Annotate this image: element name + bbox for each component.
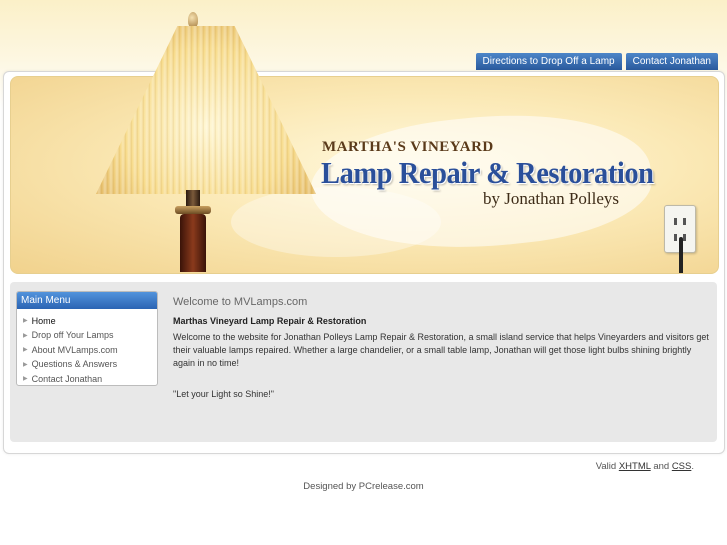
- page-subtitle: Marthas Vineyard Lamp Repair & Restorati…: [173, 316, 367, 326]
- arrow-right-icon: ▶: [23, 347, 28, 354]
- main-menu-list: ▶ Home ▶ Drop off Your Lamps ▶ About MVLamp…: [17, 314, 157, 386]
- menu-item-about[interactable]: ▶ About MVLamps.com: [17, 343, 157, 357]
- arrow-right-icon: ▶: [23, 375, 28, 382]
- designer-credit: Designed by PCrelease.com: [303, 481, 424, 492]
- menu-item-label: Drop off Your Lamps: [31, 330, 114, 341]
- xhtml-link[interactable]: XHTML: [619, 461, 651, 472]
- power-cord-graphic: [679, 237, 683, 273]
- banner-title-byline: by Jonathan Polleys: [483, 189, 619, 208]
- menu-item-contact[interactable]: ▶ Contact Jonathan: [17, 372, 157, 386]
- intro-paragraph: Welcome to the website for Jonathan Poll…: [173, 332, 709, 368]
- quote-text: "Let your Light so Shine!": [173, 389, 274, 399]
- nav-contact-link[interactable]: Contact Jonathan: [625, 53, 718, 70]
- arrow-right-icon: ▶: [23, 361, 28, 368]
- menu-item-label: Contact Jonathan: [31, 373, 103, 384]
- menu-item-label: About MVLamps.com: [31, 344, 118, 355]
- banner-title-main: Lamp Repair & Restoration: [321, 155, 654, 190]
- top-navigation: Directions to Drop Off a Lamp Contact Jo…: [475, 53, 718, 70]
- menu-item-label: Questions & Answers: [31, 359, 118, 370]
- lamp-base-graphic: [180, 214, 206, 272]
- menu-item-questions[interactable]: ▶ Questions & Answers: [17, 357, 157, 371]
- valid-prefix: Valid: [595, 461, 617, 472]
- validation-links: Valid XHTML and CSS.: [596, 461, 694, 472]
- valid-period: .: [691, 461, 694, 472]
- nav-directions-link[interactable]: Directions to Drop Off a Lamp: [475, 53, 622, 70]
- valid-and: and: [653, 461, 670, 472]
- lamp-finial-graphic: [188, 12, 198, 28]
- main-content: Welcome to MVLamps.com Marthas Vineyard …: [173, 296, 713, 401]
- menu-item-home[interactable]: ▶ Home: [17, 314, 157, 328]
- main-menu: Main Menu ▶ Home ▶ Drop off Your Lamps ▶ Ab…: [16, 291, 158, 386]
- island-map-graphic-secondary: [231, 187, 441, 257]
- menu-item-drop-off[interactable]: ▶ Drop off Your Lamps: [17, 328, 157, 342]
- arrow-right-icon: ▶: [23, 332, 28, 339]
- banner-title-line1: MARTHA'S VINEYARD: [322, 139, 494, 155]
- css-link[interactable]: CSS: [672, 461, 692, 472]
- lamp-ring-graphic: [175, 206, 211, 214]
- main-menu-title: Main Menu: [17, 292, 157, 309]
- menu-item-label: Home: [31, 316, 56, 326]
- page-title: Welcome to MVLamps.com: [173, 296, 308, 308]
- arrow-right-icon: ▶: [23, 318, 28, 325]
